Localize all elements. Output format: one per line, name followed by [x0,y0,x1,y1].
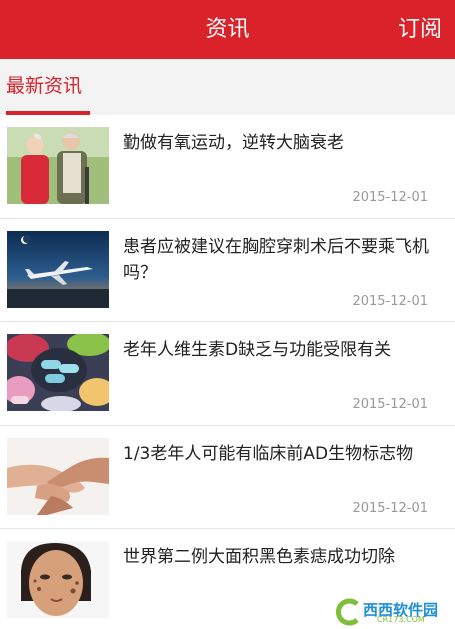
airplane-image [7,230,109,308]
news-item[interactable]: 勤做有氧运动，逆转大脑衰老 2015-12-01 [0,115,455,219]
news-item[interactable]: 患者应被建议在胸腔穿刺术后不要乘飞机吗？ 2015-12-01 [0,219,455,322]
tab-label: 最新资讯 [6,75,83,97]
news-date: 2015-12-01 [352,500,428,516]
holding-hands-image [7,437,109,515]
news-title: 1/3老年人可能有临床前AD生物标志物 [123,443,414,464]
news-list: 勤做有氧运动，逆转大脑衰老 2015-12-01 患者应被建议在胸腔穿刺术后不要… [0,115,455,629]
thumbnail-elderly-couple [7,127,109,204]
watermark-logo-icon [336,598,359,626]
watermark-subtext: CR173.COM [377,615,425,624]
page-title: 资讯 [205,17,250,42]
news-title: 世界第二例大面积黑色素痣成功切除 [123,547,395,567]
thumbnail-airplane [7,230,109,308]
news-item[interactable]: 老年人维生素D缺乏与功能受限有关 2015-12-01 [0,322,455,426]
news-item[interactable]: 1/3老年人可能有临床前AD生物标志物 2015-12-01 [0,426,455,529]
face-portrait-image [7,541,109,618]
thumbnail-pills [7,334,109,411]
thumbnail-holding-hands [7,437,109,515]
news-title: 勤做有氧运动，逆转大脑衰老 [123,133,344,153]
site-watermark: 西西软件园 CR173.COM [333,598,451,626]
tab-latest-news[interactable]: 最新资讯 [0,59,92,115]
news-date: 2015-12-01 [352,293,428,309]
app-header: 资讯 订阅 [0,0,455,59]
news-date: 2015-12-01 [352,190,428,205]
pills-image [7,334,109,411]
subscribe-button[interactable]: 订阅 [398,0,442,59]
news-title: 老年人维生素D缺乏与功能受限有关 [123,340,392,360]
elderly-couple-image [7,127,109,204]
tab-bar: 最新资讯 [0,59,455,115]
news-date: 2015-12-01 [352,397,428,412]
news-title: 患者应被建议在胸腔穿刺术后不要乘飞机吗？ [123,236,429,283]
thumbnail-face-portrait [7,541,109,618]
